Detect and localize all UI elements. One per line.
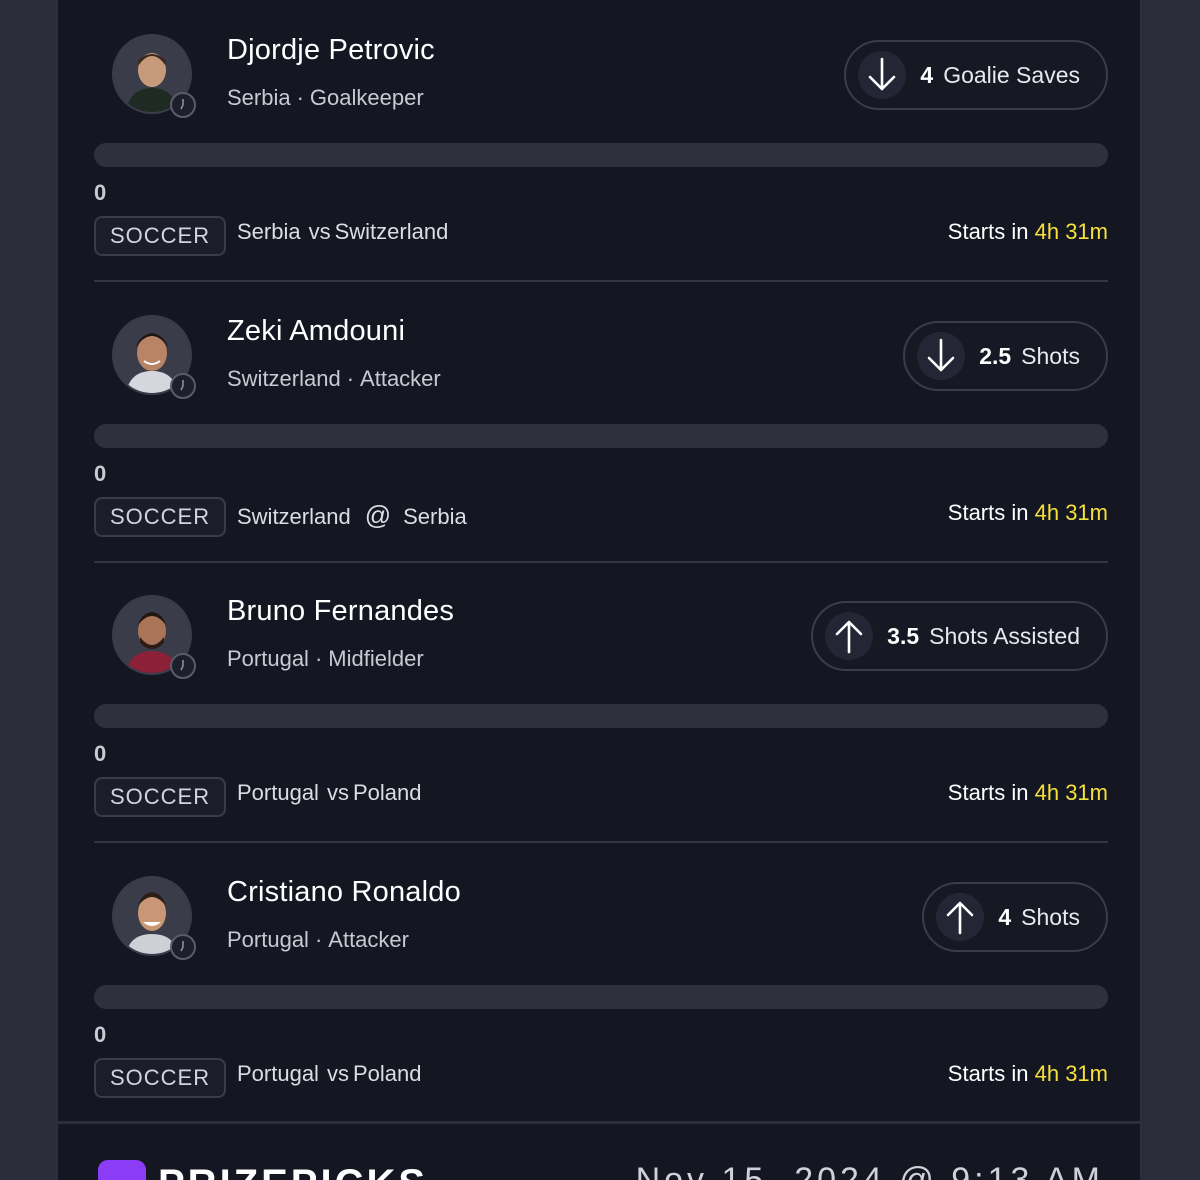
projection-line: 4	[998, 903, 1012, 930]
matchup: Portugal vs Poland	[237, 1061, 421, 1087]
matchup-separator: vs	[326, 780, 349, 805]
team-name: Serbia	[237, 219, 301, 244]
projection-pill[interactable]: 4 Shots	[922, 882, 1108, 952]
page-margin-right	[1144, 0, 1200, 1180]
opponent-name: Poland	[352, 1061, 422, 1086]
sport-badge: SOCCER	[94, 216, 227, 256]
clock-icon	[170, 653, 196, 679]
projection-stat: Shots	[1021, 342, 1080, 369]
player-name: Cristiano Ronaldo	[227, 876, 461, 908]
start-time: Starts in 4h 31m	[948, 780, 1108, 806]
team-name: Switzerland	[237, 504, 351, 529]
projection-stat: Shots	[1021, 903, 1080, 930]
arrow-down-icon	[917, 332, 966, 380]
player-meta: Portugal · Attacker	[227, 927, 409, 953]
start-time: Starts in 4h 31m	[948, 500, 1108, 526]
player-position: Midfielder	[328, 646, 424, 671]
prizepicks-logo	[98, 1160, 146, 1180]
projection-pill[interactable]: 3.5 Shots Assisted	[811, 601, 1108, 671]
meta-separator: ·	[314, 927, 323, 952]
team-name: Portugal	[237, 1061, 319, 1086]
player-name: Djordje Petrovic	[227, 34, 435, 66]
player-country: Switzerland	[227, 366, 341, 391]
team-name: Portugal	[237, 780, 319, 805]
progress-bar	[94, 985, 1108, 1009]
progress-value: 0	[94, 741, 107, 766]
matchup-separator: vs	[308, 219, 331, 244]
starts-countdown: 4h 31m	[1034, 500, 1108, 525]
clock-icon	[170, 92, 196, 118]
brand-name: PRIZEPICKS	[158, 1160, 428, 1180]
arrow-down-icon	[858, 51, 907, 99]
progress-bar	[94, 424, 1108, 448]
progress-value: 0	[94, 180, 107, 205]
meta-separator: ·	[296, 85, 304, 110]
pick-card[interactable]: Zeki Amdouni Switzerland · Attacker 2.5 Sh…	[94, 281, 1108, 563]
progress-bar	[94, 143, 1108, 167]
matchup: Serbia vs Switzerland	[237, 219, 448, 245]
starts-label: Starts in	[947, 780, 1029, 805]
progress-bar	[94, 704, 1108, 728]
projection-line: 2.5	[979, 342, 1012, 369]
player-name: Zeki Amdouni	[227, 315, 406, 347]
player-country: Portugal	[227, 646, 309, 671]
start-time: Starts in 4h 31m	[948, 1061, 1108, 1087]
clock-icon	[170, 934, 196, 960]
start-time: Starts in 4h 31m	[948, 219, 1108, 245]
opponent-name: Poland	[352, 780, 422, 805]
meta-separator: ·	[314, 646, 323, 671]
projection-pill[interactable]: 4 Goalie Saves	[844, 40, 1108, 110]
player-position: Goalkeeper	[309, 85, 424, 110]
projection-stat: Goalie Saves	[943, 61, 1080, 88]
footer-divider	[58, 1121, 1140, 1124]
sport-badge: SOCCER	[94, 777, 227, 817]
projection-stat: Shots Assisted	[929, 622, 1080, 649]
arrow-up-icon	[825, 612, 874, 660]
starts-countdown: 4h 31m	[1034, 780, 1108, 805]
sport-badge: SOCCER	[94, 1058, 227, 1098]
starts-countdown: 4h 31m	[1034, 1061, 1108, 1086]
sport-badge: SOCCER	[94, 497, 227, 537]
player-meta: Switzerland · Attacker	[227, 366, 441, 392]
matchup-separator: vs	[326, 1061, 349, 1086]
matchup: Switzerland @ Serbia	[237, 500, 467, 531]
player-meta: Serbia · Goalkeeper	[227, 85, 424, 111]
player-country: Serbia	[227, 85, 291, 110]
clock-icon	[170, 373, 196, 399]
brand: PRIZEPICKS	[98, 1160, 428, 1180]
entry-date: Nov 15, 2024 @ 9:13 AM	[635, 1161, 1104, 1180]
entry-panel: Djordje Petrovic Serbia · Goalkeeper 4 Goa…	[56, 0, 1142, 1180]
projection-line: 3.5	[887, 622, 920, 649]
player-meta: Portugal · Midfielder	[227, 646, 424, 672]
page-margin-left	[0, 0, 56, 1180]
pick-card[interactable]: Bruno Fernandes Portugal · Midfielder 3.5 …	[94, 561, 1108, 843]
matchup-separator: @	[364, 500, 392, 530]
opponent-name: Switzerland	[334, 219, 449, 244]
opponent-name: Serbia	[403, 504, 467, 529]
starts-label: Starts in	[947, 219, 1029, 244]
pick-card[interactable]: Cristiano Ronaldo Portugal · Attacker 4 Sh…	[94, 842, 1108, 1122]
player-name: Bruno Fernandes	[227, 595, 455, 627]
meta-separator: ·	[346, 366, 355, 391]
projection-pill[interactable]: 2.5 Shots	[903, 321, 1108, 391]
pick-card[interactable]: Djordje Petrovic Serbia · Goalkeeper 4 Goa…	[94, 0, 1108, 282]
player-position: Attacker	[328, 927, 409, 952]
starts-label: Starts in	[947, 1061, 1029, 1086]
player-position: Attacker	[360, 366, 441, 391]
player-country: Portugal	[227, 927, 309, 952]
matchup: Portugal vs Poland	[237, 780, 421, 806]
arrow-up-icon	[936, 893, 985, 941]
starts-label: Starts in	[947, 500, 1029, 525]
starts-countdown: 4h 31m	[1034, 219, 1108, 244]
projection-line: 4	[920, 61, 934, 88]
progress-value: 0	[94, 1022, 107, 1047]
progress-value: 0	[94, 461, 107, 486]
